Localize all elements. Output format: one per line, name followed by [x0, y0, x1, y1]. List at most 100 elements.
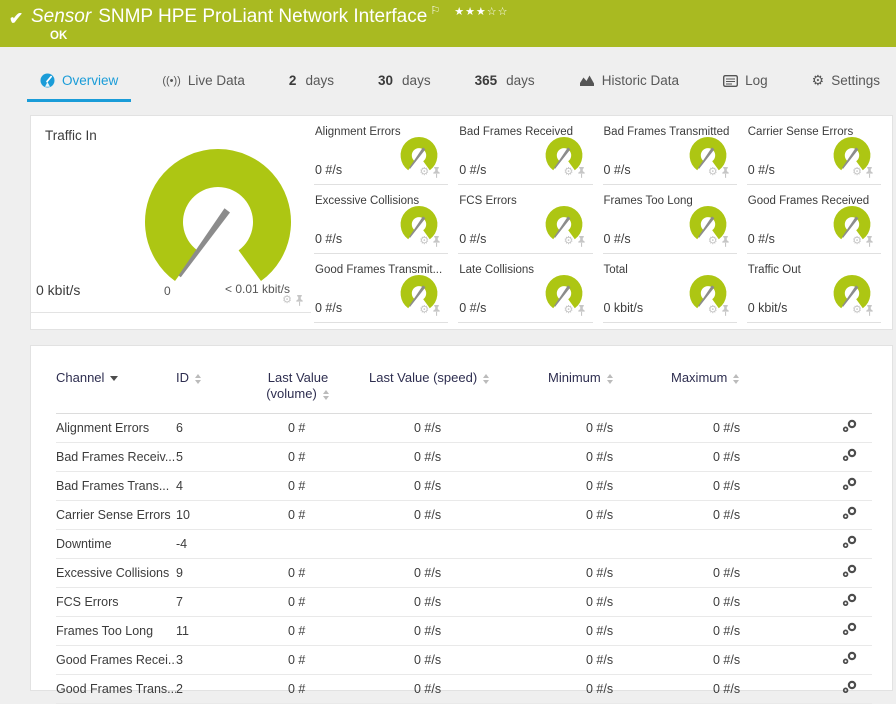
row-id: 5: [176, 450, 288, 464]
table-row[interactable]: Alignment Errors 6 0 # 0 #/s 0 #/s 0 #/s: [56, 414, 872, 443]
channel-settings-gears-icon[interactable]: [842, 477, 858, 494]
table-row[interactable]: Frames Too Long 11 0 # 0 #/s 0 #/s 0 #/s: [56, 617, 872, 646]
tab-settings[interactable]: ⚙ Settings: [799, 62, 893, 102]
table-row[interactable]: Good Frames Trans... 2 0 # 0 #/s 0 #/s 0…: [56, 675, 872, 704]
row-last-value-speed: 0 #/s: [414, 595, 586, 609]
table-row[interactable]: Bad Frames Trans... 4 0 # 0 #/s 0 #/s 0 …: [56, 472, 872, 501]
table-row[interactable]: FCS Errors 7 0 # 0 #/s 0 #/s 0 #/s: [56, 588, 872, 617]
row-id: 3: [176, 653, 288, 667]
channel-gauge: [828, 271, 876, 319]
row-last-value-speed: 0 #/s: [414, 479, 586, 493]
channel-settings-gears-icon[interactable]: [842, 506, 858, 523]
row-channel: Downtime: [56, 537, 176, 551]
tab-30-days-label: days: [402, 73, 431, 88]
tab-2-days-label: days: [305, 73, 334, 88]
row-id: 10: [176, 508, 288, 522]
tab-historic-data[interactable]: Historic Data: [566, 62, 692, 102]
row-minimum: 0 #/s: [586, 421, 713, 435]
tab-2-days[interactable]: 2 days: [276, 62, 347, 102]
channel-gauge: [828, 202, 876, 250]
row-minimum: 0 #/s: [586, 566, 713, 580]
tab-overview[interactable]: Overview: [27, 62, 131, 102]
tab-live-data[interactable]: ((•)) Live Data: [149, 62, 258, 102]
row-minimum: 0 #/s: [586, 508, 713, 522]
channel-settings-gears-icon[interactable]: [842, 622, 858, 639]
gauges-panel: Traffic In 0 kbit/s 0 < 0.01 kbit/s ⚙ Al…: [30, 115, 893, 330]
small-gauge-cell: Carrier Sense Errors 0 #/s ⚙: [747, 116, 881, 185]
table-row[interactable]: Excessive Collisions 9 0 # 0 #/s 0 #/s 0…: [56, 559, 872, 588]
row-last-value-volume: 0 #: [288, 508, 414, 522]
table-row[interactable]: Downtime -4: [56, 530, 872, 559]
row-last-value-speed: 0 #/s: [414, 508, 586, 522]
main-gauge-cell: Traffic In 0 kbit/s 0 < 0.01 kbit/s ⚙: [31, 116, 311, 313]
row-last-value-speed: 0 #/s: [414, 450, 586, 464]
sort-icon: [195, 374, 202, 384]
row-channel: Excessive Collisions: [56, 566, 176, 580]
tab-30-days[interactable]: 30 days: [365, 62, 444, 102]
row-channel: Alignment Errors: [56, 421, 176, 435]
row-id: 9: [176, 566, 288, 580]
sort-icon: [483, 374, 490, 384]
small-gauge-cell: FCS Errors 0 #/s ⚙: [458, 185, 592, 254]
object-kind-label: Sensor: [31, 6, 91, 27]
row-channel: Good Frames Recei...: [56, 653, 176, 667]
channel-settings-gears-icon[interactable]: [842, 535, 858, 552]
channel-settings-gears-icon[interactable]: [842, 448, 858, 465]
stars-filled: ★★★: [454, 6, 487, 18]
row-channel: Carrier Sense Errors: [56, 508, 176, 522]
small-gauge-cell: Late Collisions 0 #/s ⚙: [458, 254, 592, 323]
gear-icon[interactable]: ⚙: [282, 295, 292, 306]
tab-live-data-label: Live Data: [188, 73, 245, 88]
channel-gauge: [684, 202, 732, 250]
channel-gauge: [540, 202, 588, 250]
row-maximum: 0 #/s: [713, 595, 806, 609]
small-gauge-cell: Good Frames Received 0 #/s ⚙: [747, 185, 881, 254]
gauge-value: 0 #/s: [748, 163, 775, 177]
row-last-value-speed: 0 #/s: [414, 682, 586, 696]
small-gauge-grid: Alignment Errors 0 #/s ⚙ Bad Frames Rece…: [314, 116, 881, 323]
gauge-title: Frames Too Long: [604, 195, 693, 207]
channel-settings-gears-icon[interactable]: [842, 419, 858, 436]
row-id: 4: [176, 479, 288, 493]
channel-settings-gears-icon[interactable]: [842, 680, 858, 697]
status-badge: OK: [50, 30, 67, 42]
tab-overview-label: Overview: [62, 73, 118, 88]
tab-365-days[interactable]: 365 days: [462, 62, 548, 102]
row-minimum: 0 #/s: [586, 450, 713, 464]
table-row[interactable]: Bad Frames Receiv... 5 0 # 0 #/s 0 #/s 0…: [56, 443, 872, 472]
tab-log[interactable]: Log: [710, 62, 781, 102]
col-header-channel[interactable]: Channel: [56, 370, 176, 385]
gauge-value: 0 #/s: [604, 232, 631, 246]
channel-gauge: [828, 133, 876, 181]
pin-icon[interactable]: [295, 295, 304, 306]
gauge-value: 0 #/s: [459, 232, 486, 246]
row-minimum: 0 #/s: [586, 682, 713, 696]
gauge-value: 0 #/s: [315, 301, 342, 315]
channel-settings-gears-icon[interactable]: [842, 564, 858, 581]
row-channel: Bad Frames Trans...: [56, 479, 176, 493]
row-last-value-speed: 0 #/s: [414, 566, 586, 580]
channel-table-header: Channel ID Last Value(volume) Last Value…: [56, 370, 872, 414]
gauge-value: 0 #/s: [459, 301, 486, 315]
col-header-maximum[interactable]: Maximum: [713, 370, 806, 385]
tab-historic-data-label: Historic Data: [602, 73, 679, 88]
row-maximum: 0 #/s: [713, 566, 806, 580]
gear-icon: ⚙: [812, 72, 825, 89]
flag-icon[interactable]: ⚐: [430, 5, 440, 17]
table-row[interactable]: Carrier Sense Errors 10 0 # 0 #/s 0 #/s …: [56, 501, 872, 530]
channel-gauge: [395, 133, 443, 181]
channel-gauge: [540, 271, 588, 319]
table-row[interactable]: Good Frames Recei... 3 0 # 0 #/s 0 #/s 0…: [56, 646, 872, 675]
tab-bar: Overview ((•)) Live Data 2 days 30 days …: [0, 62, 893, 102]
channel-settings-gears-icon[interactable]: [842, 651, 858, 668]
row-channel: Bad Frames Receiv...: [56, 450, 176, 464]
row-last-value-volume: 0 #: [288, 479, 414, 493]
tab-365-days-number: 365: [475, 73, 498, 88]
sort-icon: [733, 374, 740, 384]
row-id: 6: [176, 421, 288, 435]
priority-stars[interactable]: ★★★☆☆: [454, 6, 508, 18]
row-id: 7: [176, 595, 288, 609]
broadcast-icon: ((•)): [162, 75, 181, 87]
channel-settings-gears-icon[interactable]: [842, 593, 858, 610]
row-last-value-volume: 0 #: [288, 595, 414, 609]
